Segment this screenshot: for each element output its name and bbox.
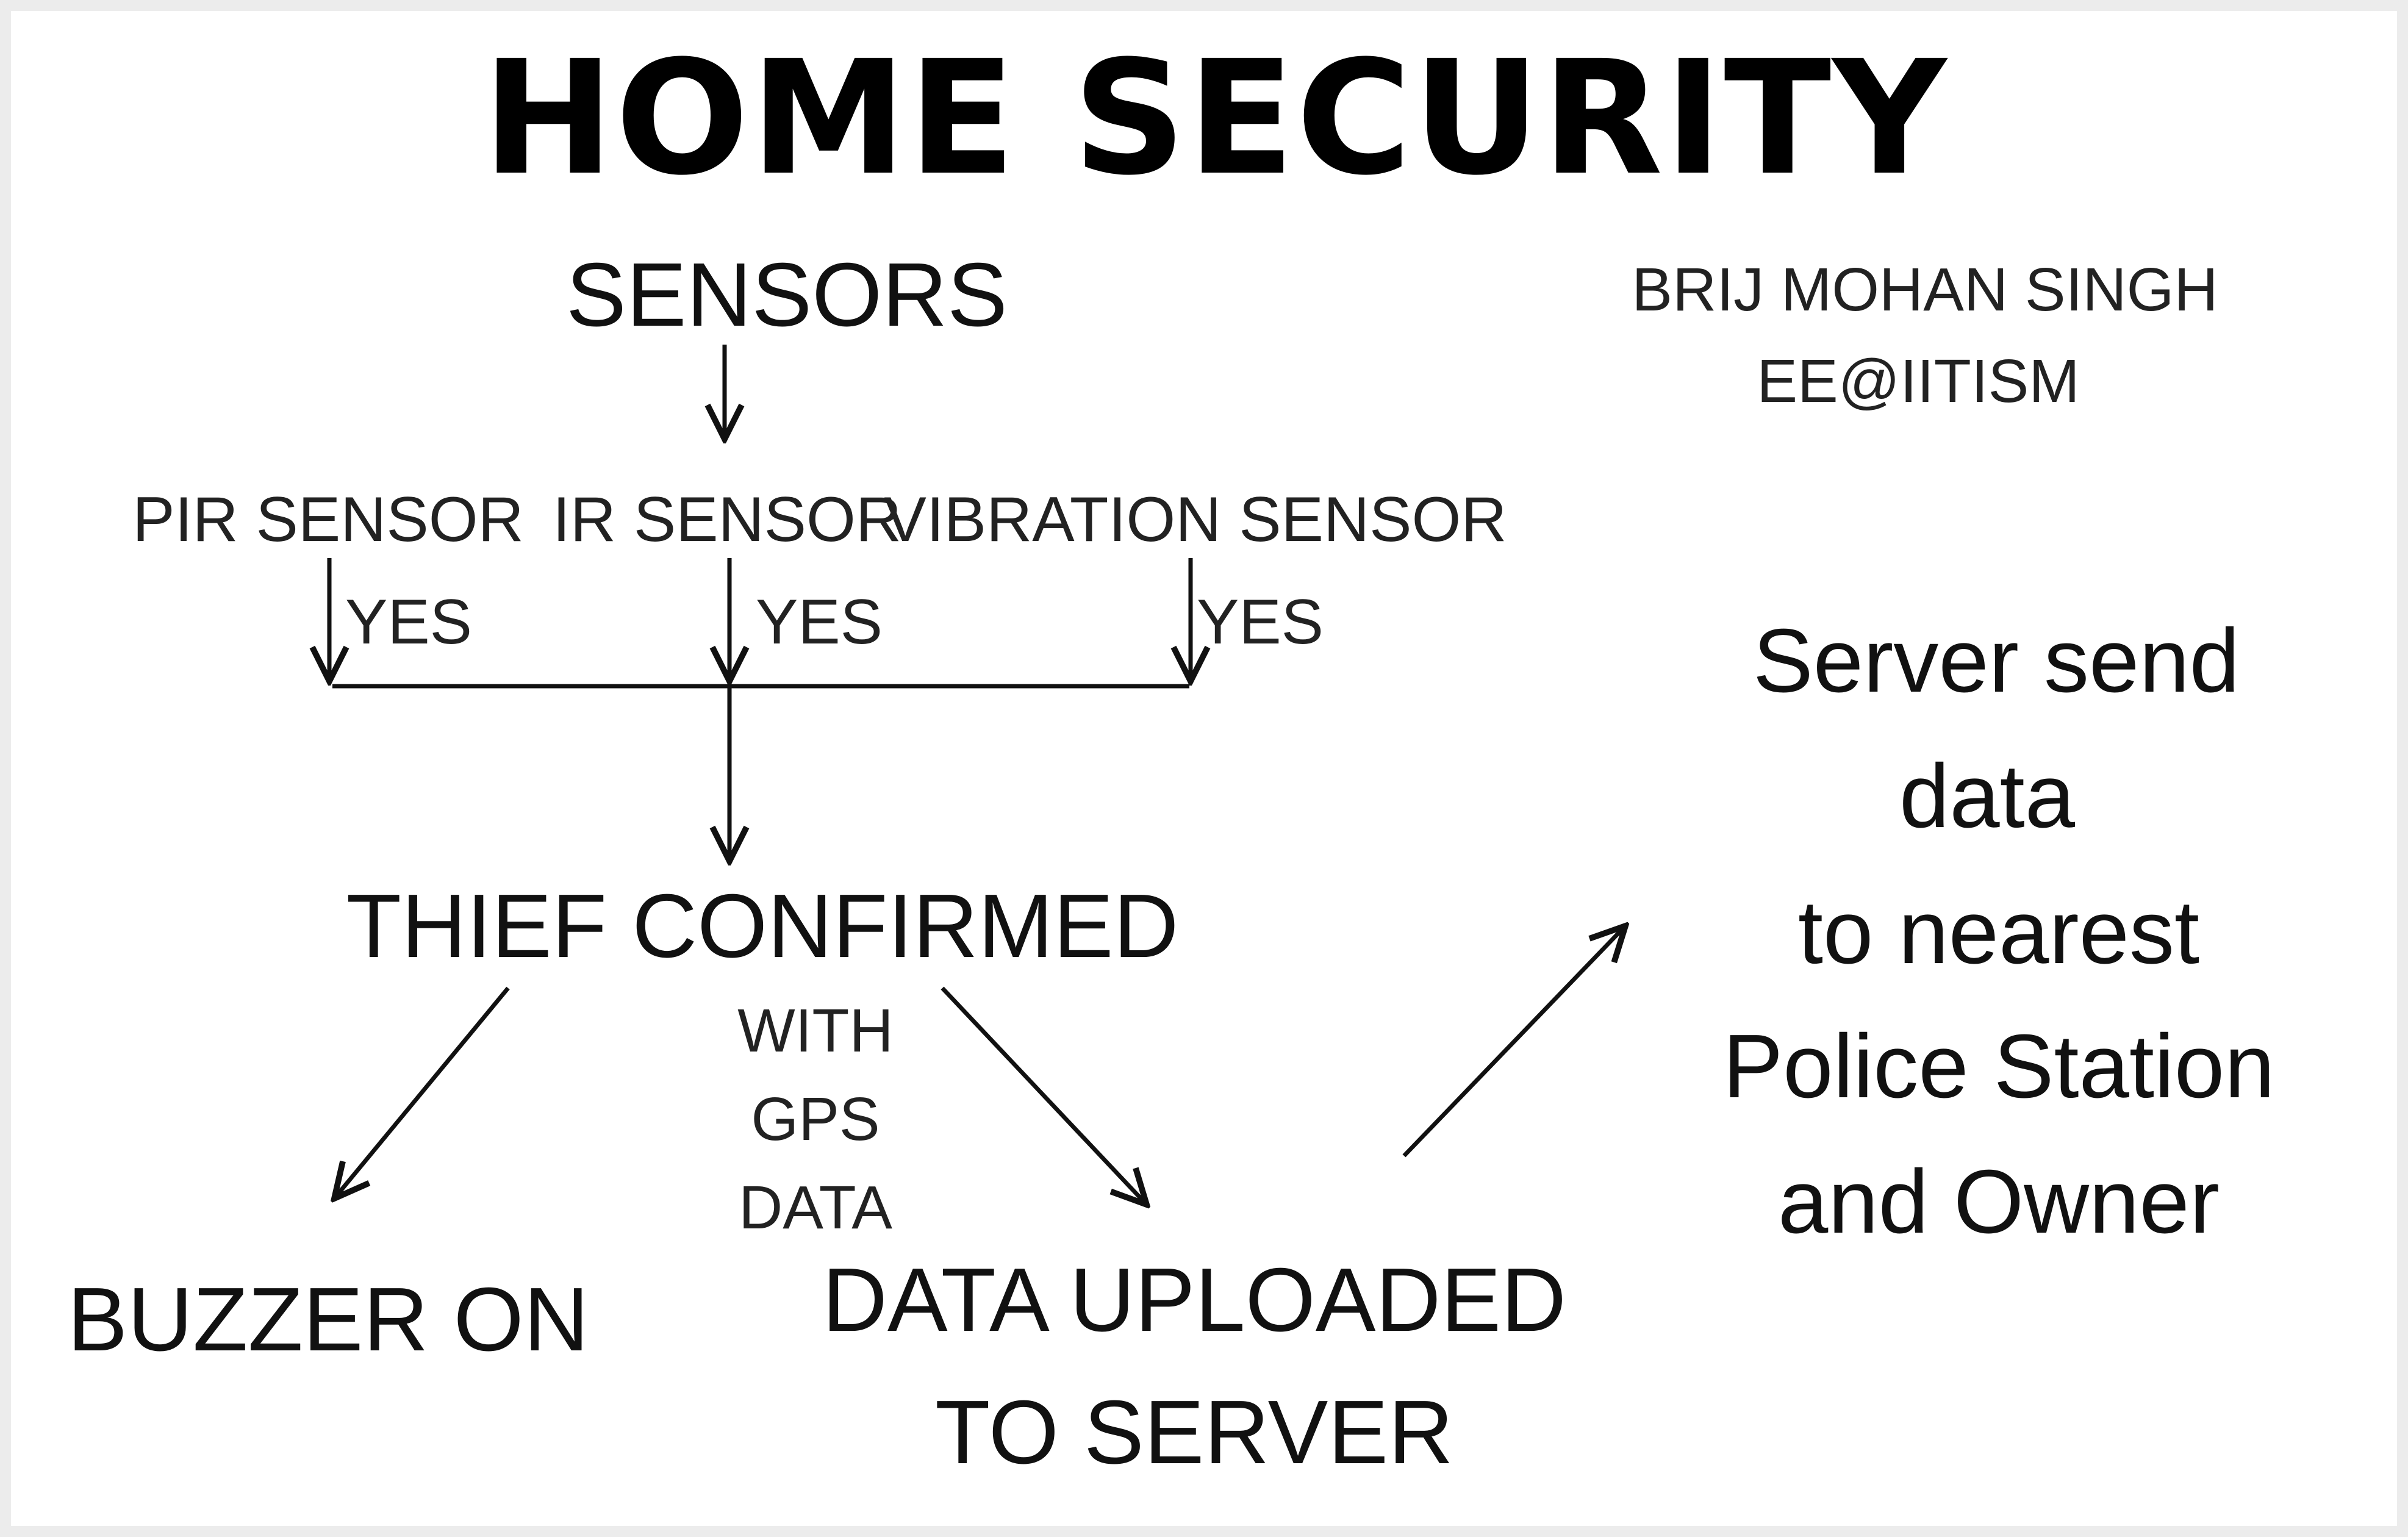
node-buzzer-on: BUZZER ON: [67, 1269, 589, 1370]
edge-label-ir-yes: YES: [755, 587, 883, 657]
edge-label-gps-line1: WITH: [737, 997, 894, 1065]
node-server-send-line3: to nearest: [1797, 882, 2200, 983]
node-data-uploaded-line1: DATA UPLOADED: [822, 1250, 1566, 1350]
node-vibration-sensor: VIBRATION SENSOR: [884, 484, 1507, 555]
node-server-send-line5: and Owner: [1778, 1152, 2220, 1252]
arrow-to-server-send: [1402, 926, 1625, 1158]
node-pir-sensor: PIR SENSOR: [132, 484, 524, 555]
node-data-uploaded-line2: TO SERVER: [935, 1382, 1453, 1483]
node-server-send-line1: Server send: [1753, 611, 2240, 711]
node-server-send-line2: data: [1899, 746, 2076, 847]
node-sensors: SENSORS: [566, 245, 1008, 345]
canvas: HOME SECURITY BRIJ MOHAN SINGH EE@IITISM…: [0, 0, 2408, 1537]
arrow-to-data-uploaded: [941, 986, 1147, 1205]
arrow-to-buzzer: [334, 986, 510, 1198]
author-affiliation: EE@IITISM: [1757, 347, 2080, 415]
node-server-send-line4: Police Station: [1722, 1016, 2275, 1117]
node-thief-confirmed: THIEF CONFIRMED: [346, 876, 1179, 976]
edge-label-gps-line3: DATA: [739, 1173, 892, 1242]
edge-label-gps-line2: GPS: [751, 1085, 880, 1153]
author-name: BRIJ MOHAN SINGH: [1632, 256, 2218, 324]
edge-label-pir-yes: YES: [345, 587, 473, 657]
edge-label-vibration-yes: YES: [1196, 587, 1324, 657]
page-title: HOME SECURITY: [482, 27, 1948, 210]
node-ir-sensor: IR SENSOR: [552, 484, 902, 555]
